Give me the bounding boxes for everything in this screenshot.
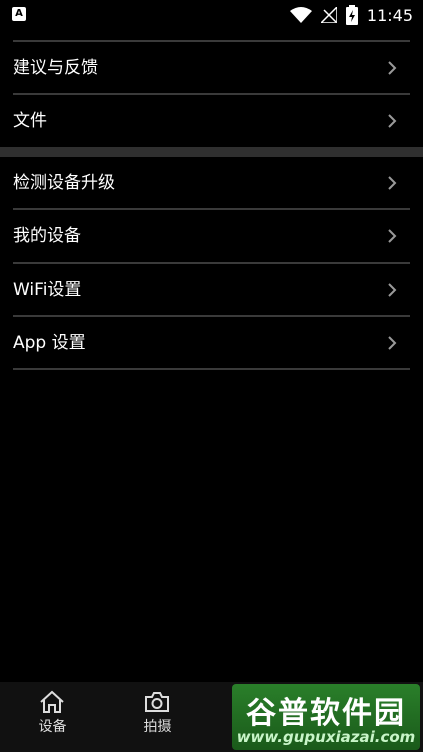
menu-item-label: App 设置 (13, 333, 86, 353)
nav-tab-label: 设备 (38, 719, 67, 735)
chevron-right-icon (388, 283, 397, 297)
wifi-icon (289, 7, 312, 23)
menu-item-app-settings[interactable]: App 设置 (13, 317, 410, 369)
chevron-right-icon (388, 114, 397, 128)
home-icon (40, 690, 64, 713)
menu-item-files[interactable]: 文件 (13, 95, 410, 147)
chevron-right-icon (388, 61, 397, 75)
watermark-url: www.gupuxiazai.com (236, 728, 416, 746)
clock: 11:45 (366, 5, 413, 25)
menu-item-label: 文件 (13, 111, 47, 131)
menu-item-check-update[interactable]: 检测设备升级 (13, 157, 410, 209)
chevron-right-icon (388, 229, 397, 243)
nav-tab-capture[interactable]: 拍摄 (105, 682, 210, 752)
status-icons: 11:45 (289, 4, 413, 26)
notification-icon: A (12, 7, 26, 21)
nav-tab-devices[interactable]: 设备 (0, 682, 105, 752)
menu-item-feedback[interactable]: 建议与反馈 (13, 42, 410, 94)
menu-item-label: WiFi设置 (13, 280, 82, 300)
notification-badge: A (15, 8, 23, 19)
watermark-title: 谷普软件园 (246, 696, 406, 731)
menu-item-label: 检测设备升级 (13, 173, 115, 193)
chevron-right-icon (388, 176, 397, 190)
battery-charging-icon (345, 5, 358, 25)
chevron-right-icon (388, 336, 397, 350)
status-bar: A 11:45 (0, 0, 423, 30)
camera-icon (145, 692, 169, 712)
menu-item-my-devices[interactable]: 我的设备 (13, 210, 410, 262)
menu-item-label: 我的设备 (13, 226, 81, 246)
menu-item-label: 建议与反馈 (13, 58, 98, 78)
divider (13, 368, 410, 370)
menu-item-wifi-settings[interactable]: WiFi设置 (13, 264, 410, 316)
watermark-logo: 谷普软件园 www.gupuxiazai.com (232, 684, 420, 750)
nav-tab-label: 拍摄 (143, 719, 172, 735)
signal-icon (320, 7, 337, 23)
section-separator (0, 147, 423, 157)
